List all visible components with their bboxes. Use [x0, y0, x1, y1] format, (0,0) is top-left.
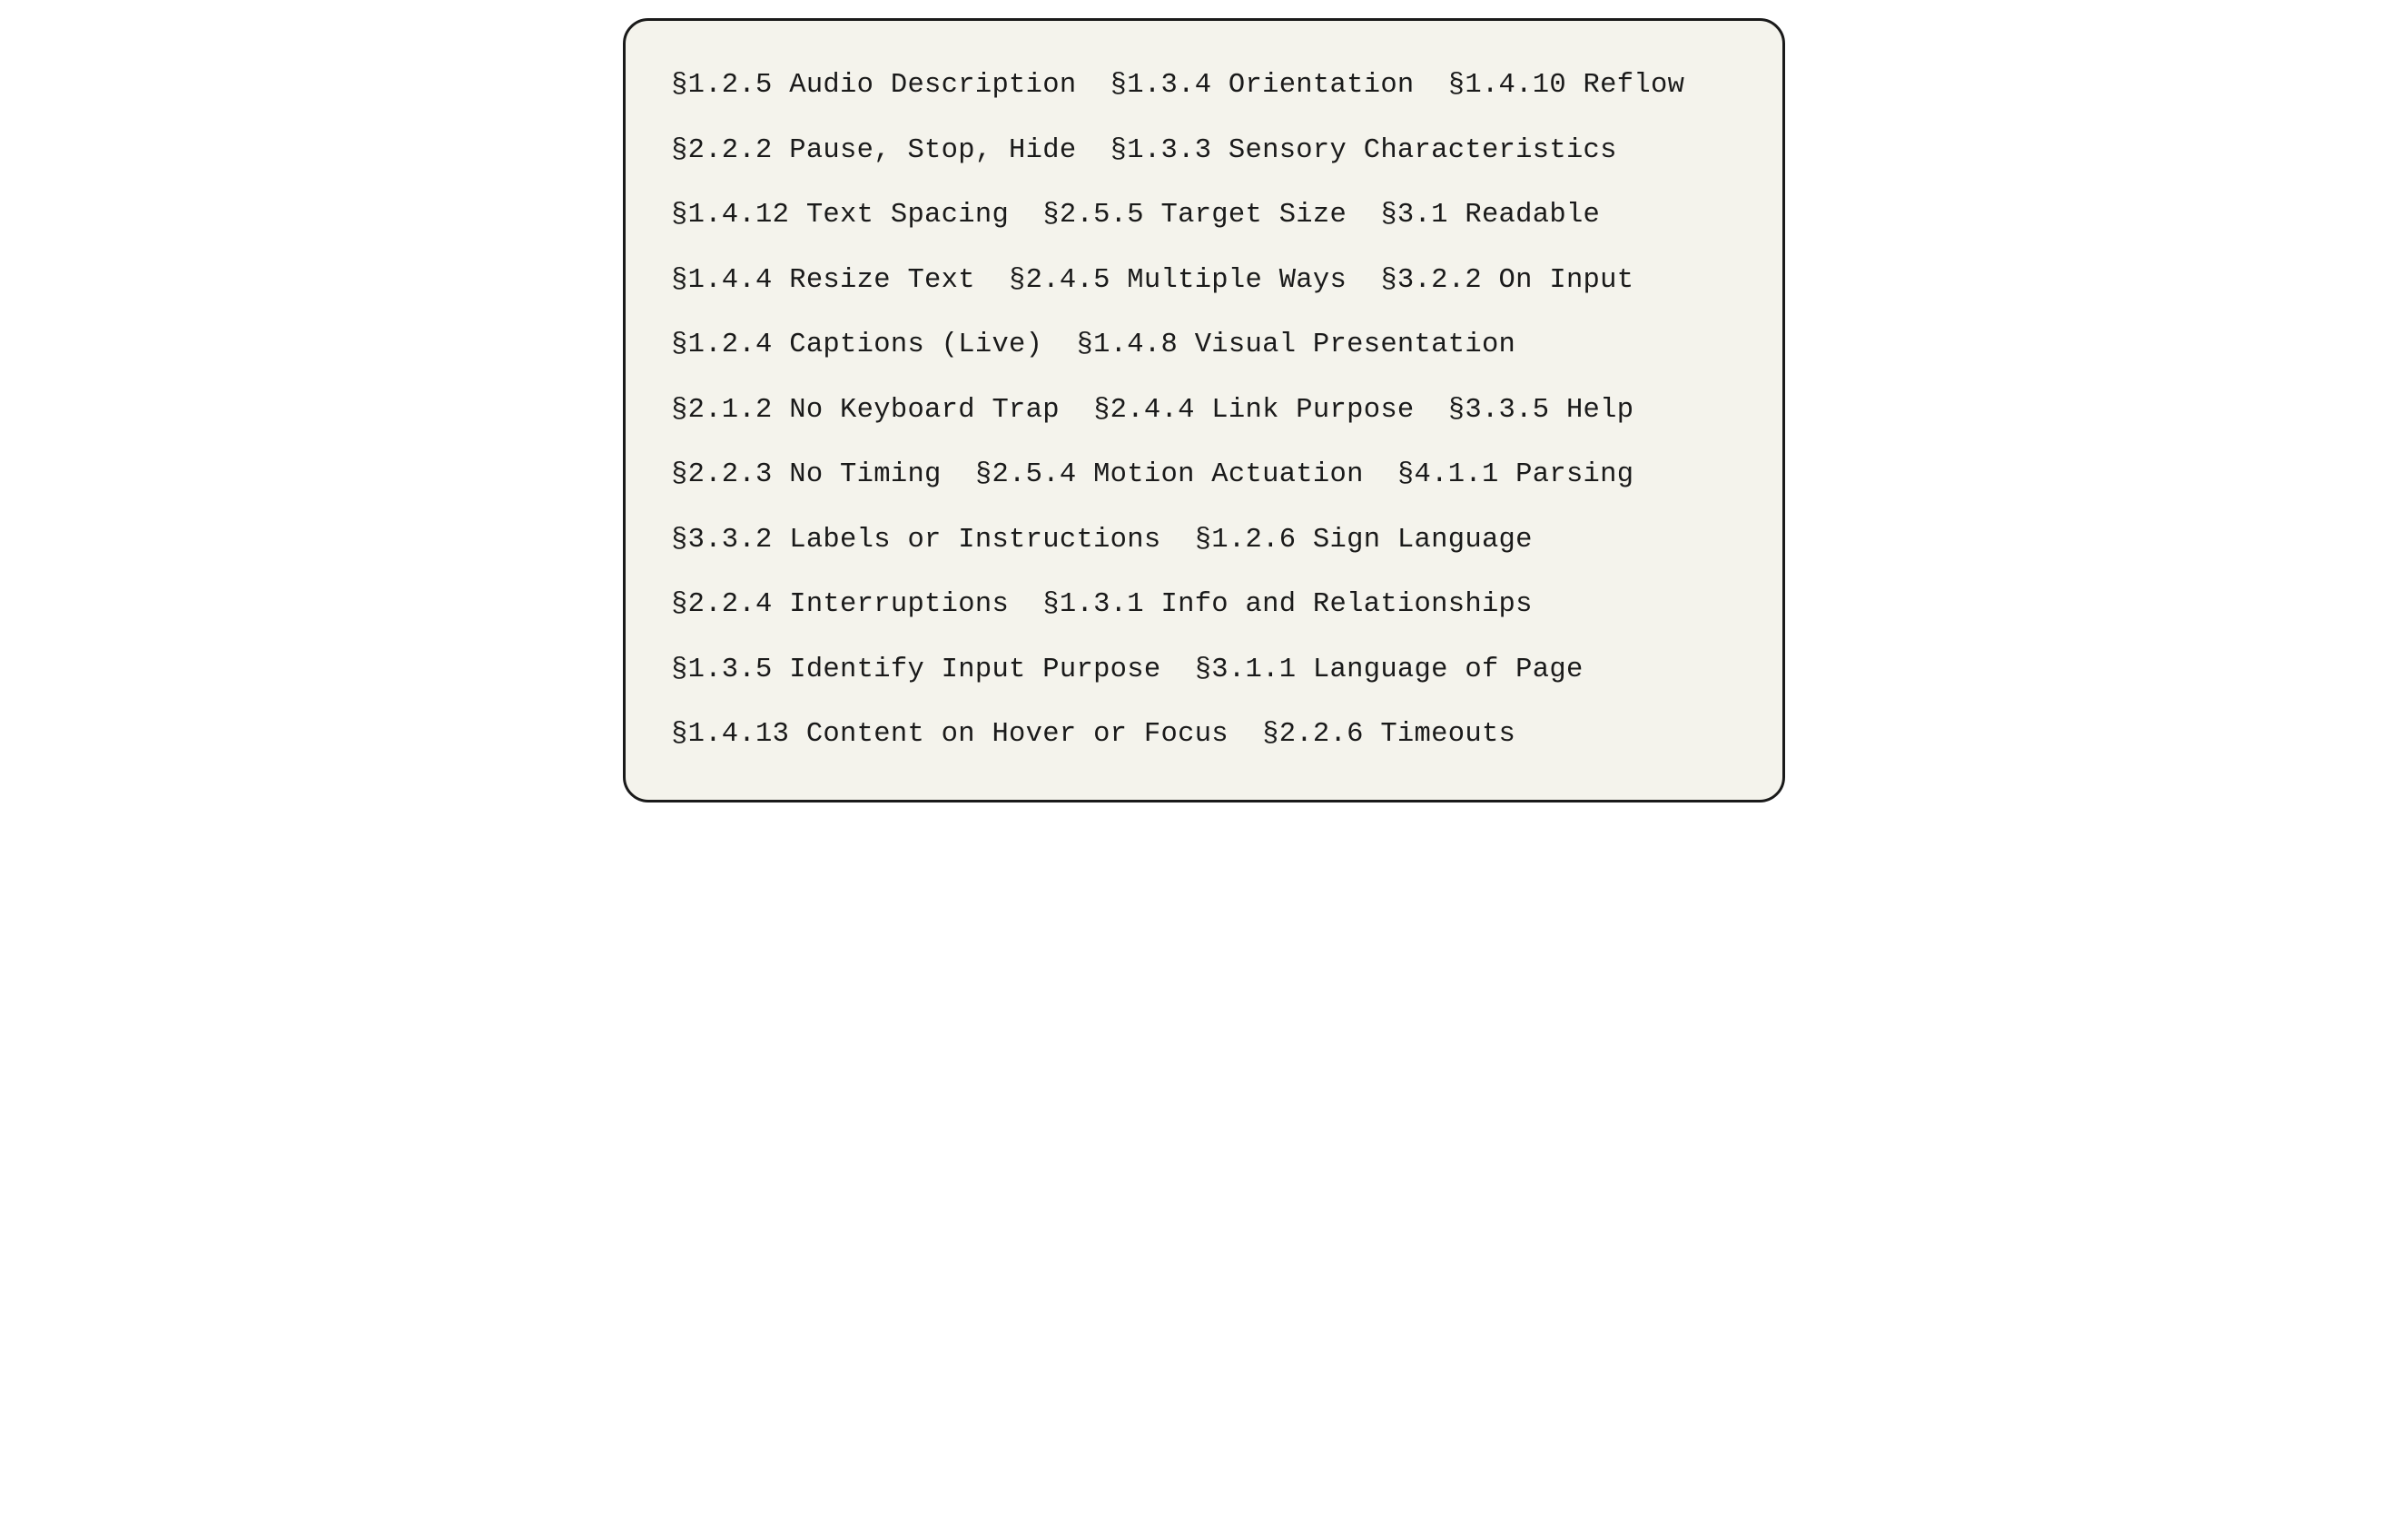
criteria-line: §2.2.3 No Timing §2.5.4 Motion Actuation…: [671, 461, 1737, 489]
criteria-line: §2.2.2 Pause, Stop, Hide §1.3.3 Sensory …: [671, 137, 1737, 165]
criteria-line: §2.1.2 No Keyboard Trap §2.4.4 Link Purp…: [671, 397, 1737, 425]
criteria-line: §1.2.4 Captions (Live) §1.4.8 Visual Pre…: [671, 331, 1737, 359]
wcag-criteria-panel: §1.2.5 Audio Description §1.3.4 Orientat…: [623, 18, 1785, 802]
criteria-line: §1.4.12 Text Spacing §2.5.5 Target Size …: [671, 202, 1737, 230]
criteria-line: §1.4.4 Resize Text §2.4.5 Multiple Ways …: [671, 267, 1737, 295]
criteria-line: §1.3.5 Identify Input Purpose §3.1.1 Lan…: [671, 656, 1737, 684]
criteria-line: §2.2.4 Interruptions §1.3.1 Info and Rel…: [671, 591, 1737, 619]
criteria-line: §1.2.5 Audio Description §1.3.4 Orientat…: [671, 72, 1737, 100]
criteria-line: §1.4.13 Content on Hover or Focus §2.2.6…: [671, 721, 1737, 749]
criteria-line: §3.3.2 Labels or Instructions §1.2.6 Sig…: [671, 527, 1737, 555]
